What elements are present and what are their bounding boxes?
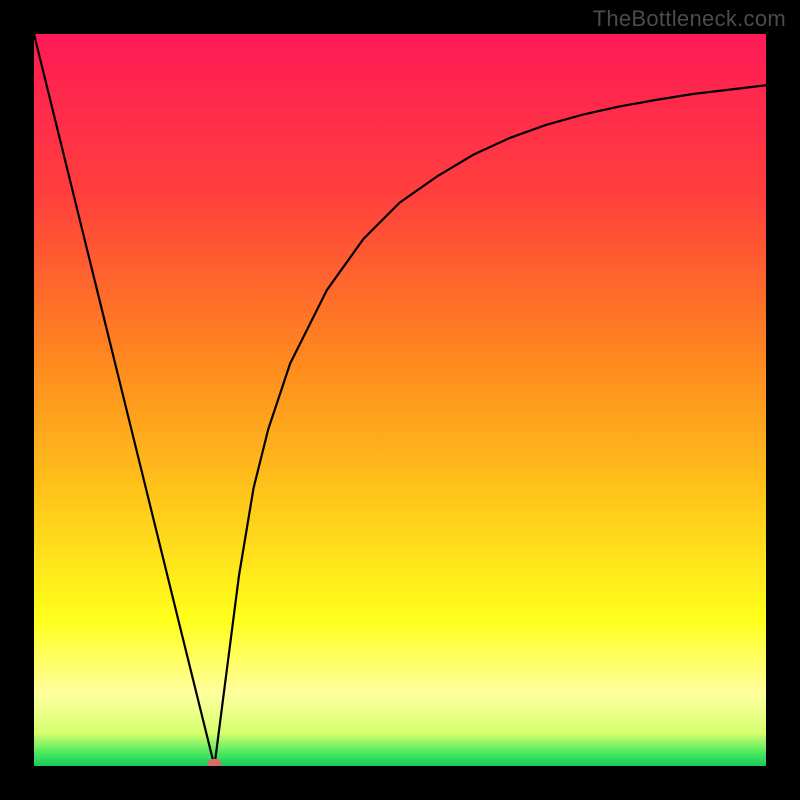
plot-area [34, 34, 766, 766]
plot-background [34, 34, 766, 766]
chart-frame: TheBottleneck.com [0, 0, 800, 800]
plot-svg [34, 34, 766, 766]
watermark-text: TheBottleneck.com [593, 6, 786, 32]
